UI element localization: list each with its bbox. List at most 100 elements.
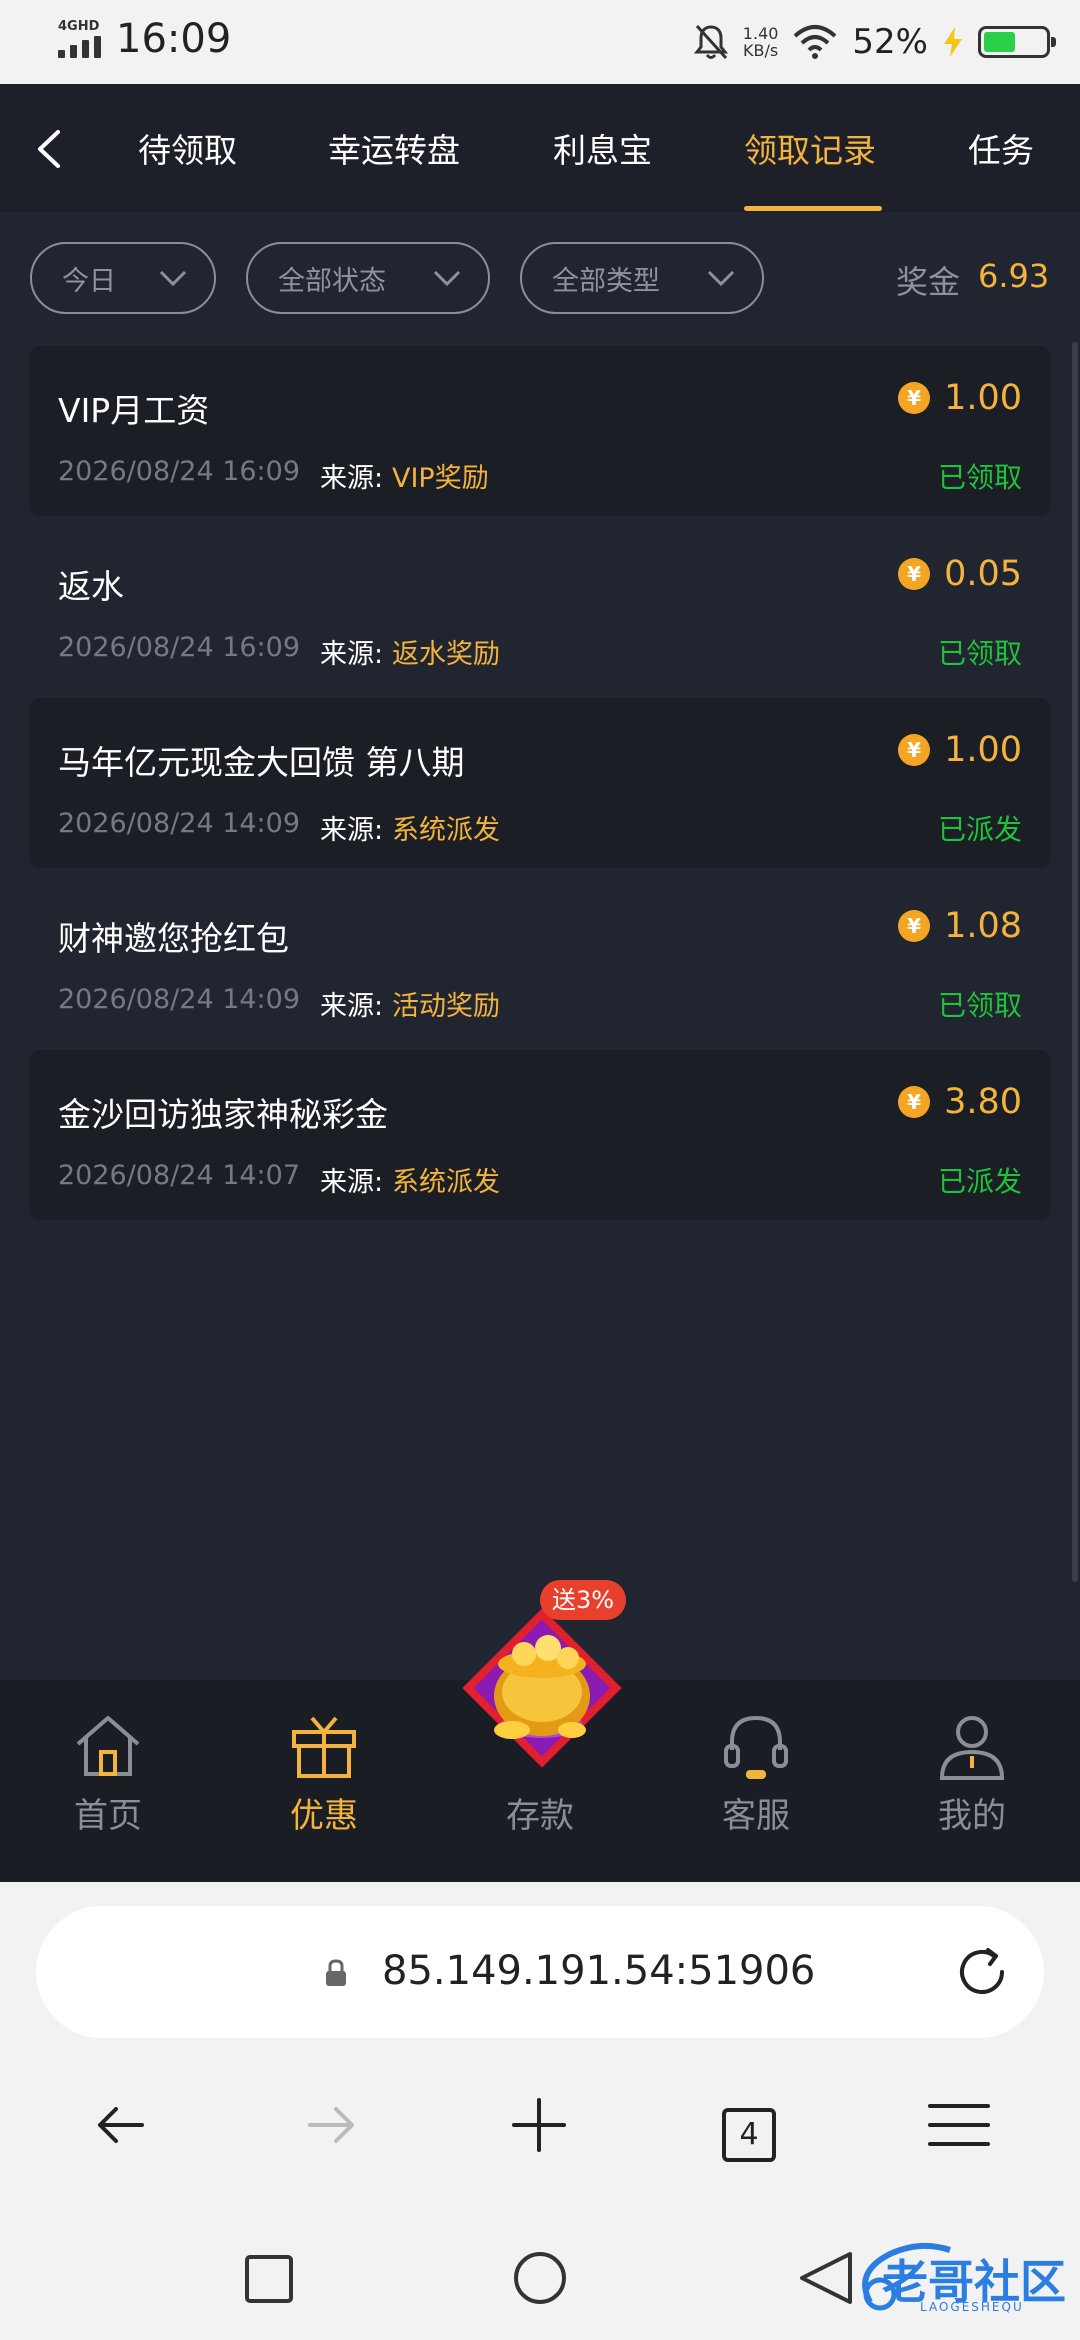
gift-icon — [292, 1716, 356, 1778]
record-source: 系统派发 — [392, 815, 500, 846]
type-filter-label: 全部类型 — [552, 265, 660, 297]
tab-pending[interactable]: 待领取 — [138, 124, 237, 172]
back-arrow-icon[interactable] — [30, 124, 70, 174]
gold-pot-icon[interactable] — [452, 1598, 632, 1778]
record-date: 2026/08/24 16:09 — [58, 456, 301, 487]
browser-toolbar: 85.149.191.54:51906 4 — [0, 1882, 1080, 2216]
speed-unit: KB/s — [743, 41, 779, 60]
url-text: 85.149.191.54:51906 — [382, 1948, 816, 1994]
battery-icon — [978, 26, 1056, 58]
record-date: 2026/08/24 14:09 — [58, 808, 301, 839]
chevron-down-icon — [159, 270, 187, 287]
status-filter-label: 全部状态 — [278, 265, 386, 297]
date-filter-label: 今日 — [62, 265, 116, 297]
record-source-label: 来源: — [320, 1167, 384, 1198]
record-title: 财神邀您抢红包 — [58, 919, 289, 958]
record-source: 活动奖励 — [392, 991, 500, 1022]
back-icon[interactable] — [86, 2090, 156, 2160]
record-item[interactable]: 马年亿元现金大回馈 第八期 ¥1.00 2026/08/24 14:09 来源:… — [30, 698, 1050, 868]
tab-claim-records[interactable]: 领取记录 — [744, 124, 876, 172]
record-status: 已领取 — [937, 461, 1022, 494]
record-source-label: 来源: — [320, 991, 384, 1022]
recents-icon[interactable] — [244, 2254, 294, 2304]
tab-lucky-wheel[interactable]: 幸运转盘 — [328, 124, 460, 172]
record-source-label: 来源: — [320, 815, 384, 846]
coin-icon: ¥ — [898, 734, 931, 766]
tab-interest[interactable]: 利息宝 — [553, 124, 652, 172]
tab-profile-label: 我的 — [938, 1796, 1006, 1836]
menu-icon[interactable] — [924, 2090, 994, 2160]
record-date: 2026/08/24 16:09 — [58, 632, 301, 663]
record-status: 已派发 — [937, 813, 1022, 846]
user-icon — [939, 1716, 1005, 1780]
tab-promotions[interactable]: 优惠 — [216, 1680, 432, 1882]
tab-switcher-button[interactable]: 4 — [722, 2108, 776, 2162]
record-source-label: 来源: — [320, 463, 384, 494]
record-status: 已派发 — [937, 1165, 1022, 1198]
tab-profile[interactable]: 我的 — [864, 1680, 1080, 1882]
tab-deposit-label: 存款 — [506, 1796, 574, 1836]
record-source: 返水奖励 — [392, 639, 500, 670]
clock: 16:09 — [116, 16, 232, 62]
status-bar: 4GHD 16:09 1.40 KB/s 52% — [0, 0, 1080, 84]
record-item[interactable]: 金沙回访独家神秘彩金 ¥3.80 2026/08/24 14:07 来源: 系统… — [30, 1050, 1050, 1220]
deposit-bonus-badge: 送3% — [540, 1580, 627, 1620]
tab-support[interactable]: 客服 — [648, 1680, 864, 1882]
home-button-icon[interactable] — [512, 2250, 568, 2306]
bonus-total: 6.93 — [978, 257, 1050, 295]
record-title: VIP月工资 — [58, 391, 210, 430]
top-tab-bar: 待领取 幸运转盘 利息宝 领取记录 任务 — [0, 84, 1080, 212]
record-source: VIP奖励 — [392, 463, 489, 494]
tab-support-label: 客服 — [722, 1796, 790, 1836]
record-item[interactable]: 返水 ¥0.05 2026/08/24 16:09 来源: 返水奖励 已领取 — [30, 522, 1050, 692]
reload-icon[interactable] — [952, 1942, 1012, 2002]
tab-promotions-label: 优惠 — [290, 1796, 358, 1836]
active-tab-indicator — [744, 206, 882, 211]
record-amount: 1.00 — [944, 730, 1022, 770]
mute-bell-icon — [693, 24, 728, 60]
lock-icon — [326, 1959, 346, 1986]
coin-icon: ¥ — [898, 382, 931, 414]
coin-icon: ¥ — [898, 558, 931, 590]
headset-icon — [724, 1715, 788, 1779]
record-item[interactable]: VIP月工资 ¥1.00 2026/08/24 16:09 来源: VIP奖励 … — [30, 346, 1050, 516]
chevron-down-icon — [707, 270, 735, 287]
record-amount: 3.80 — [944, 1082, 1022, 1122]
coin-icon: ¥ — [898, 1086, 931, 1118]
status-filter[interactable]: 全部状态 — [246, 242, 490, 314]
wifi-icon — [794, 25, 837, 59]
record-item[interactable]: 财神邀您抢红包 ¥1.08 2026/08/24 14:09 来源: 活动奖励 … — [30, 874, 1050, 1044]
record-title: 金沙回访独家神秘彩金 — [58, 1095, 388, 1134]
signal-icon — [58, 36, 104, 58]
new-tab-icon[interactable] — [504, 2090, 574, 2160]
record-title: 返水 — [58, 567, 124, 606]
coin-icon: ¥ — [898, 910, 931, 942]
record-title: 马年亿元现金大回馈 第八期 — [58, 743, 465, 782]
system-back-icon[interactable] — [796, 2250, 856, 2306]
record-status: 已领取 — [937, 989, 1022, 1022]
scrollbar[interactable] — [1072, 342, 1078, 1582]
chevron-down-icon — [433, 270, 461, 287]
record-source: 系统派发 — [392, 1167, 500, 1198]
record-source-label: 来源: — [320, 639, 384, 670]
network-type: 4GHD — [58, 19, 100, 34]
tab-home[interactable]: 首页 — [0, 1680, 216, 1882]
record-amount: 1.00 — [944, 378, 1022, 418]
record-date: 2026/08/24 14:07 — [58, 1160, 301, 1191]
date-filter[interactable]: 今日 — [30, 242, 216, 314]
bonus-label: 奖金 — [896, 263, 961, 301]
tab-tasks[interactable]: 任务 — [968, 124, 1034, 172]
speed-value: 1.40 — [742, 24, 779, 43]
record-amount: 0.05 — [944, 554, 1022, 594]
record-date: 2026/08/24 14:09 — [58, 984, 301, 1015]
watermark-subtext: LAOGESHEQU — [920, 2300, 1024, 2314]
type-filter[interactable]: 全部类型 — [520, 242, 764, 314]
charging-icon — [944, 27, 962, 57]
network-speed: 1.40 KB/s — [743, 25, 779, 59]
battery-percent: 52% — [852, 22, 928, 62]
forward-icon[interactable] — [296, 2090, 366, 2160]
record-status: 已领取 — [937, 637, 1022, 670]
home-icon — [76, 1716, 140, 1776]
address-bar[interactable]: 85.149.191.54:51906 — [36, 1906, 1044, 2038]
tab-home-label: 首页 — [74, 1796, 142, 1836]
